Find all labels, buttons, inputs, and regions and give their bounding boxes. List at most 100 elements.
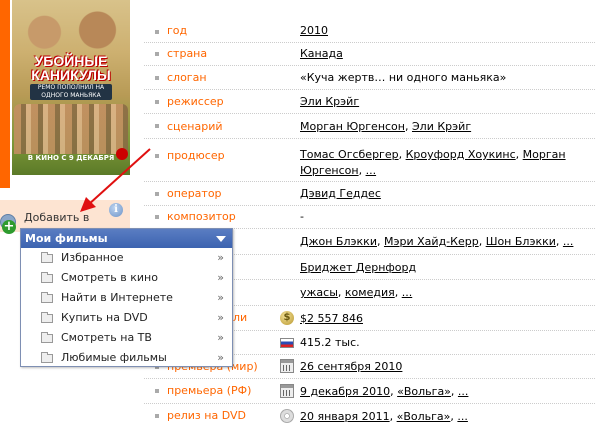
row-year: год 2010: [144, 21, 595, 43]
poster-subtitle: РЕМО ПОПОЛНИЛ НА ОДНОГО МАНЬЯКА: [30, 84, 112, 100]
my-films-dropdown: Мои фильмы Избранное » Смотреть в кино »…: [20, 228, 233, 367]
actor-link[interactable]: Шон Блэкки: [486, 235, 556, 248]
producer-link[interactable]: Морган: [523, 148, 566, 161]
bullet-icon: [155, 76, 159, 80]
calendar-icon: [280, 359, 294, 373]
operator-link[interactable]: Дэвид Геддес: [300, 187, 381, 200]
menu-item-label: Купить на DVD: [61, 311, 148, 324]
bullet-icon: [155, 52, 159, 56]
poster-badge: [116, 148, 128, 160]
genre-link[interactable]: комедия: [345, 286, 395, 299]
row-operator: оператор Дэвид Геддес: [144, 182, 595, 206]
dropdown-header[interactable]: Мои фильмы: [21, 229, 232, 248]
separator: ,: [404, 120, 412, 133]
menu-item-watch-tv[interactable]: Смотреть на ТВ »: [21, 328, 232, 348]
dollar-icon: $: [280, 311, 294, 325]
menu-item-label: Смотреть в кино: [61, 271, 158, 284]
artist-link[interactable]: Бриджет Дернфорд: [300, 261, 416, 274]
menu-item-buy-dvd[interactable]: Купить на DVD »: [21, 308, 232, 328]
writer-link[interactable]: Эли Крэйг: [412, 120, 471, 133]
poster-crowd-art: [14, 104, 128, 154]
year-link[interactable]: 2010: [300, 24, 328, 37]
producer-link[interactable]: Томас Огсбергер: [300, 148, 399, 161]
menu-item-favorite-films[interactable]: Любимые фильмы »: [21, 348, 232, 368]
distributor-link[interactable]: «Вольга»: [397, 410, 451, 423]
row-producer: продюсер Томас Огсбергер, Кроуфорд Хоуки…: [144, 139, 595, 182]
producer-link[interactable]: Юргенсон: [300, 164, 359, 177]
row-director: режиссер Эли Крэйг: [144, 90, 595, 114]
poster-heads-art: [18, 8, 124, 52]
premiere-rf-link[interactable]: 9 декабря 2010: [300, 385, 390, 398]
menu-item-label: Смотреть на ТВ: [61, 331, 152, 344]
distributor-link[interactable]: «Вольга»: [397, 385, 451, 398]
poster-release-text: В КИНО С 9 ДЕКАБРЯ: [27, 154, 115, 162]
plus-icon: +: [2, 219, 16, 234]
row-label: премьера (РФ): [167, 384, 252, 397]
more-genres-link[interactable]: ...: [402, 286, 413, 299]
row-label: продюсер: [167, 149, 225, 162]
row-label: оператор: [167, 187, 222, 200]
premiere-world-link[interactable]: 26 сентября 2010: [300, 360, 402, 373]
row-label: страна: [167, 47, 208, 60]
bullet-icon: [155, 389, 159, 393]
row-label: слоган: [167, 71, 207, 84]
more-premieres-link[interactable]: ...: [458, 385, 469, 398]
menu-item-favorites[interactable]: Избранное »: [21, 248, 232, 268]
dvd-disc-icon: [280, 409, 294, 423]
folder-icon: [41, 252, 53, 263]
bullet-icon: [155, 414, 159, 418]
row-label: ли: [233, 311, 248, 324]
menu-item-find-internet[interactable]: Найти в Интернете »: [21, 288, 232, 308]
actor-link[interactable]: Джон Блэкки: [300, 235, 377, 248]
poster-title: УБОЙНЫЕ КАНИКУЛЫ: [16, 54, 126, 82]
row-writer: сценарий Морган Юргенсон, Эли Крэйг: [144, 114, 595, 139]
chevron-down-icon[interactable]: [216, 236, 226, 242]
row-label: композитор: [167, 210, 236, 223]
dropdown-header-label: Мои фильмы: [25, 232, 108, 245]
budget-link[interactable]: $2 557 846: [300, 312, 363, 325]
row-label: релиз на DVD: [167, 409, 246, 422]
row-premiere-rf: премьера (РФ) 9 декабря 2010, «Вольга», …: [144, 379, 595, 404]
menu-item-label: Избранное: [61, 251, 124, 264]
bullet-icon: [155, 30, 159, 34]
bullet-icon: [155, 124, 159, 128]
bullet-icon: [155, 192, 159, 196]
more-producers-link[interactable]: ...: [366, 164, 377, 177]
poster-accent-strip: [0, 0, 10, 188]
row-label: год: [167, 24, 188, 37]
country-link[interactable]: Канада: [300, 47, 343, 60]
calendar-icon: [280, 384, 294, 398]
director-link[interactable]: Эли Крэйг: [300, 95, 359, 108]
menu-item-label: Любимые фильмы: [61, 351, 167, 364]
poster-title-line2: КАНИКУЛЫ: [31, 67, 111, 83]
folder-icon: [41, 272, 53, 283]
folder-icon: [41, 312, 53, 323]
row-dvd: релиз на DVD 20 января 2011, «Вольга», .…: [144, 404, 595, 429]
writer-link[interactable]: Морган Юргенсон: [300, 120, 405, 133]
submenu-arrow-icon: »: [217, 271, 224, 284]
submenu-arrow-icon: »: [217, 331, 224, 344]
actor-link[interactable]: Мэри Хайд-Керр: [384, 235, 479, 248]
submenu-arrow-icon: »: [217, 311, 224, 324]
bullet-icon: [155, 100, 159, 104]
more-actors-link[interactable]: ...: [563, 235, 574, 248]
menu-item-label: Найти в Интернете: [61, 291, 173, 304]
genre-link[interactable]: ужасы: [300, 286, 338, 299]
bullet-icon: [155, 215, 159, 219]
row-composer: композитор -: [144, 206, 595, 229]
add-to-label[interactable]: Добавить в: [24, 211, 89, 224]
composer-value: -: [300, 210, 304, 223]
slogan-value: «Куча жертв… ни одного маньяка»: [300, 71, 507, 84]
movie-poster[interactable]: УБОЙНЫЕ КАНИКУЛЫ РЕМО ПОПОЛНИЛ НА ОДНОГО…: [12, 0, 130, 175]
bullet-icon: [155, 154, 159, 158]
add-to-list-icon[interactable]: +: [0, 214, 18, 234]
producer-link[interactable]: Кроуфорд Хоукинс: [406, 148, 516, 161]
menu-item-watch-cinema[interactable]: Смотреть в кино »: [21, 268, 232, 288]
submenu-arrow-icon: »: [217, 291, 224, 304]
row-slogan: слоган «Куча жертв… ни одного маньяка»: [144, 66, 595, 90]
more-dvd-link[interactable]: ...: [457, 410, 468, 423]
info-icon[interactable]: i: [109, 203, 123, 217]
submenu-arrow-icon: »: [217, 351, 224, 364]
dvd-release-link[interactable]: 20 января 2011: [300, 410, 390, 423]
row-label: сценарий: [167, 120, 223, 133]
